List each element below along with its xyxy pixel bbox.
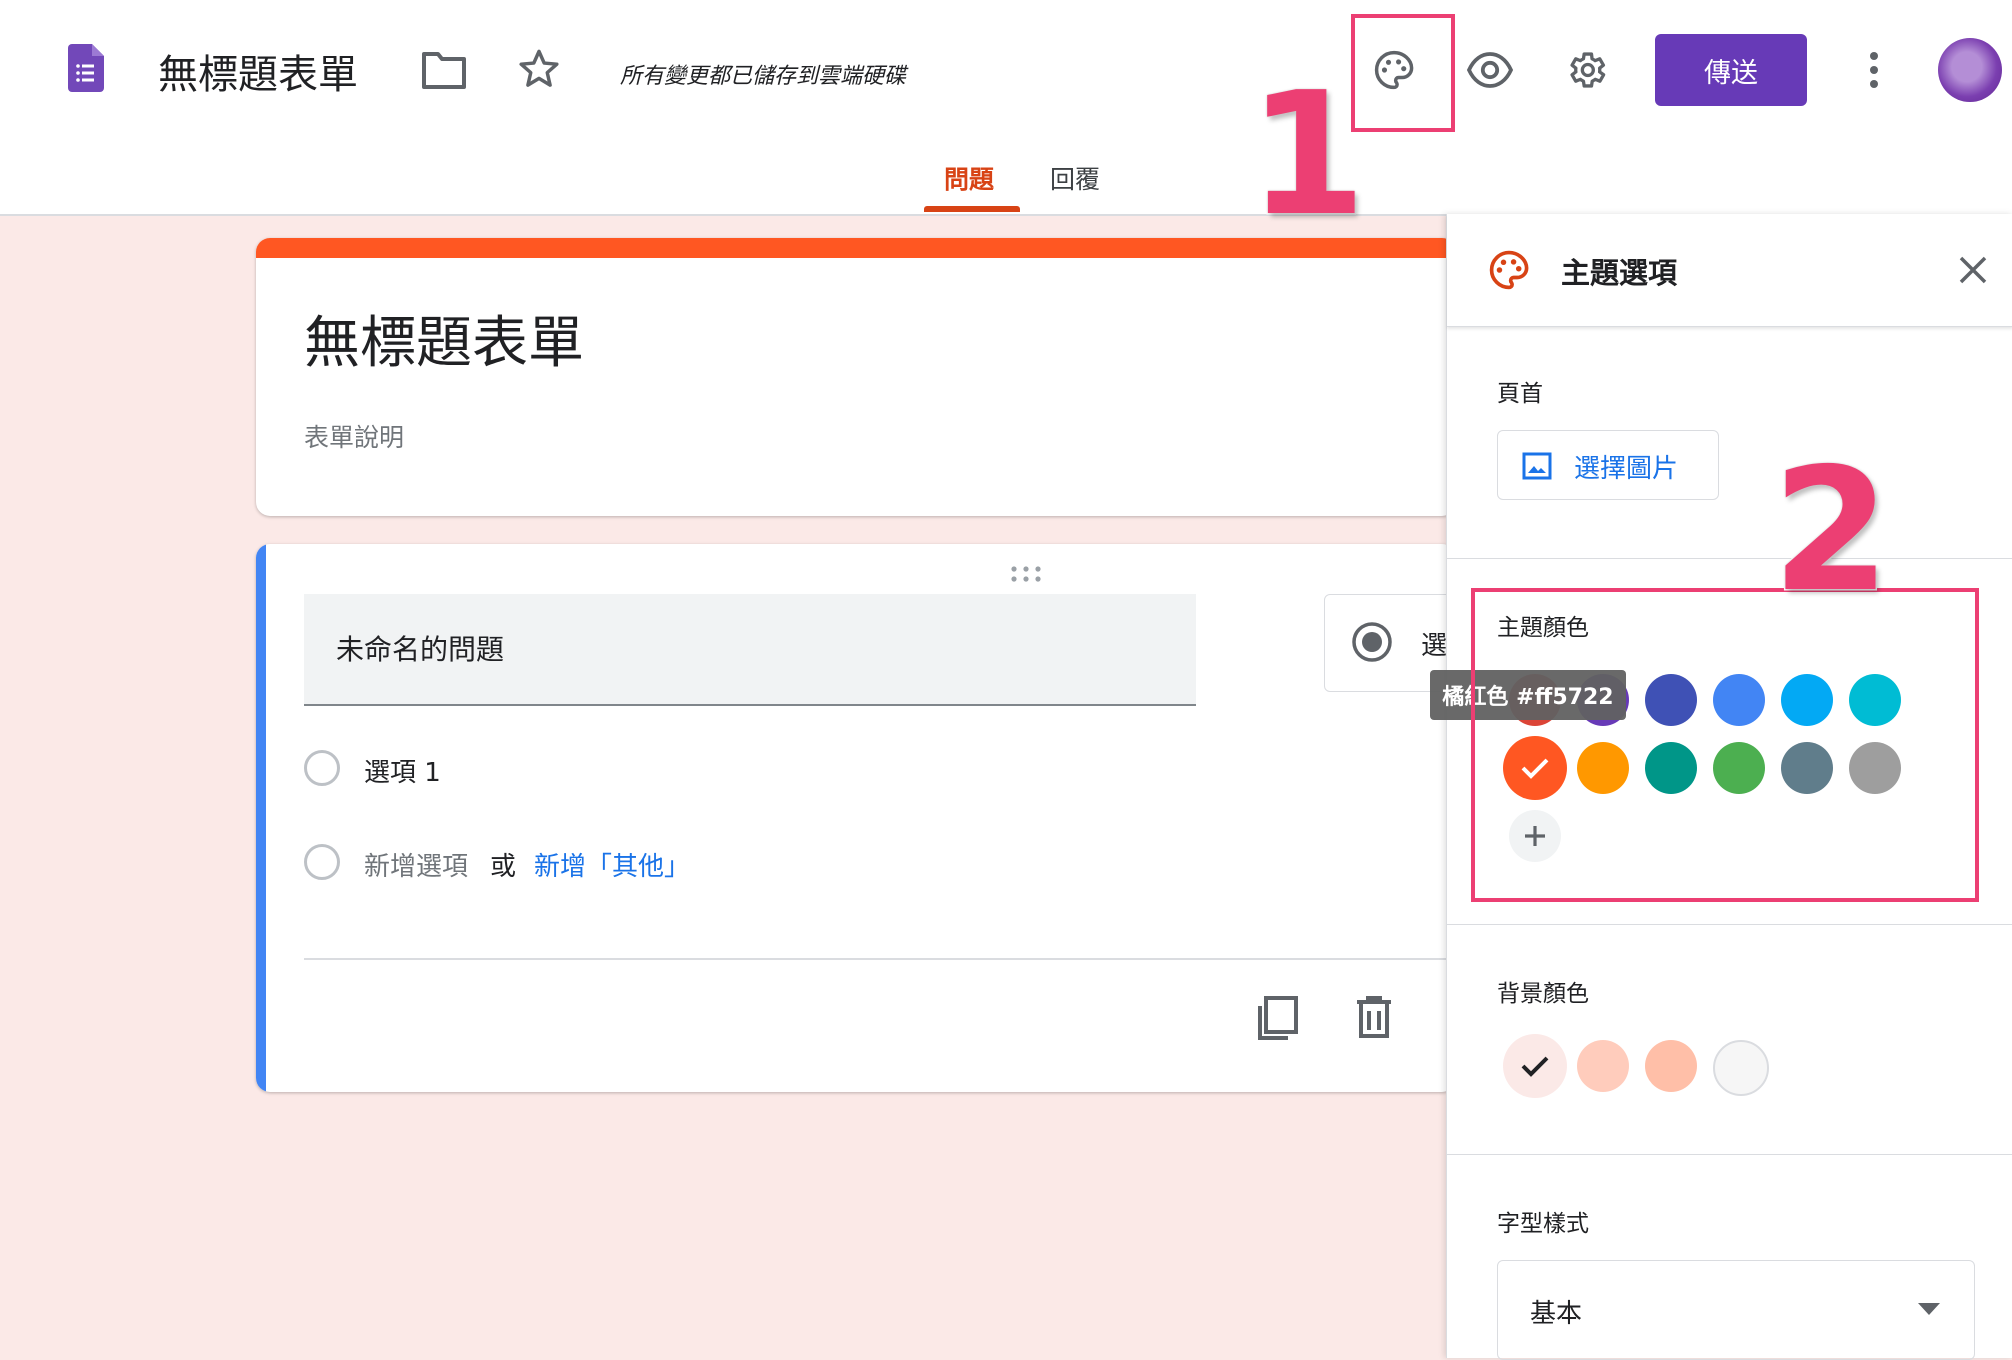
background-color-swatch[interactable] <box>1577 1040 1629 1092</box>
forms-icon[interactable] <box>68 44 104 92</box>
save-status: 所有變更都已儲存到雲端硬碟 <box>620 64 907 89</box>
option-radio-icon <box>304 750 340 786</box>
preview-button[interactable] <box>1462 42 1518 98</box>
eye-icon <box>1466 52 1514 88</box>
choose-image-label: 選擇圖片 <box>1574 454 1679 484</box>
divider <box>1447 924 2012 925</box>
divider <box>1447 558 2012 559</box>
dropdown-arrow-icon <box>1918 1303 1940 1315</box>
background-color-swatch-selected[interactable] <box>1503 1034 1567 1098</box>
app-header: 無標題表單 所有變更都已儲存到雲端硬碟 傳送 問題 回覆 <box>0 0 2012 216</box>
option-radio-icon <box>304 844 340 880</box>
background-color-swatch[interactable] <box>1645 1040 1697 1092</box>
star-icon[interactable] <box>516 46 562 92</box>
trash-icon[interactable] <box>1354 994 1394 1040</box>
divider <box>1447 1154 2012 1155</box>
folder-icon[interactable] <box>420 48 468 92</box>
form-title-card: 無標題表單 表單說明 <box>256 238 1456 516</box>
document-title[interactable]: 無標題表單 <box>158 42 358 100</box>
panel-title: 主題選項 <box>1561 256 1678 290</box>
image-icon <box>1522 452 1552 480</box>
tab-questions[interactable]: 問題 <box>944 160 994 196</box>
form-description[interactable]: 表單說明 <box>304 418 404 454</box>
annotation-number-2: 2 <box>1770 432 1891 630</box>
more-vert-icon <box>1870 52 1878 88</box>
add-other-link[interactable]: 新增「其他」 <box>534 846 690 883</box>
panel-header: 主題選項 <box>1447 214 2012 327</box>
font-style-select[interactable]: 基本 <box>1497 1260 1975 1360</box>
option-1-label[interactable]: 選項 1 <box>364 752 441 789</box>
radio-button-icon <box>1352 622 1392 662</box>
header-section-label: 頁首 <box>1497 381 1543 407</box>
add-option-link[interactable]: 新增選項 <box>364 846 468 883</box>
divider <box>304 958 1456 960</box>
annotation-box-theme-color <box>1471 588 1979 902</box>
choose-image-button[interactable]: 選擇圖片 <box>1497 430 1719 500</box>
close-icon[interactable] <box>1957 254 1989 286</box>
or-text: 或 <box>490 852 517 882</box>
drag-handle-icon[interactable] <box>1008 564 1044 584</box>
font-style-label: 字型樣式 <box>1497 1211 1589 1237</box>
annotation-number-1: 1 <box>1246 56 1367 254</box>
background-color-swatch[interactable] <box>1713 1040 1769 1096</box>
gear-icon <box>1570 52 1606 88</box>
send-button[interactable]: 傳送 <box>1655 34 1807 106</box>
question-card[interactable]: 未命名的問題 選 選項 1 新增選項 或 新增「其他」 <box>256 544 1456 1092</box>
active-card-indicator <box>256 544 266 1092</box>
question-title: 未命名的問題 <box>336 633 505 666</box>
background-color-label: 背景顏色 <box>1497 981 1589 1007</box>
question-title-field[interactable]: 未命名的問題 <box>304 594 1196 706</box>
font-style-value: 基本 <box>1530 1299 1583 1329</box>
annotation-box-palette <box>1351 14 1455 132</box>
palette-icon <box>1489 250 1529 290</box>
tab-responses[interactable]: 回覆 <box>1050 160 1100 196</box>
form-title[interactable]: 無標題表單 <box>304 298 584 379</box>
active-tab-indicator <box>924 206 1020 212</box>
more-options-button[interactable] <box>1846 42 1902 98</box>
settings-button[interactable] <box>1558 42 1614 98</box>
avatar[interactable] <box>1938 38 2002 102</box>
duplicate-icon[interactable] <box>1256 994 1300 1042</box>
question-type-label: 選 <box>1421 631 1448 661</box>
